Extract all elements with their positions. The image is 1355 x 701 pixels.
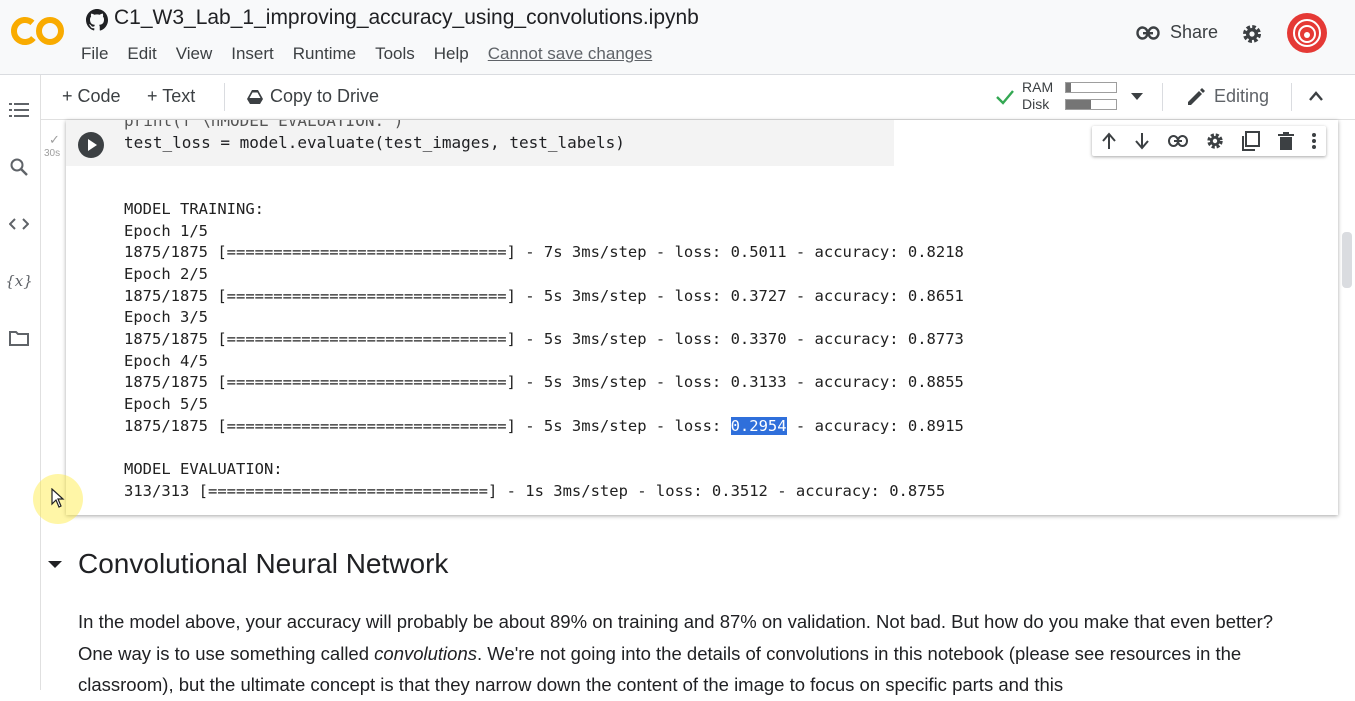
editing-mode-button[interactable]: Editing	[1186, 86, 1269, 107]
menu-help[interactable]: Help	[434, 44, 469, 64]
epoch-progress-line: 1875/1875 [=============================…	[124, 286, 964, 305]
toolbar-divider	[224, 83, 225, 111]
disk-usage-bar	[1065, 99, 1117, 110]
epoch-progress-line: 1875/1875 [=============================…	[124, 243, 964, 262]
notebook-toolbar: + Code + Text Copy to Drive RAM Disk Edi…	[0, 75, 1355, 120]
copy-to-drive-button[interactable]: Copy to Drive	[246, 86, 379, 107]
training-header: MODEL TRAINING:	[124, 200, 264, 218]
cell-output: MODEL TRAINING: Epoch 1/5 1875/1875 [=====…	[124, 199, 964, 502]
execution-time: 30s	[44, 148, 61, 159]
menu-edit[interactable]: Edit	[127, 44, 156, 64]
search-icon[interactable]	[8, 156, 30, 178]
settings-icon[interactable]	[1205, 131, 1225, 151]
epoch-label: Epoch 5/5	[124, 394, 208, 413]
ram-label: RAM	[1022, 79, 1054, 95]
avatar-swirl-icon	[1293, 19, 1321, 47]
epoch-progress-line: 1875/1875 [=============================…	[124, 329, 964, 348]
cell-toolbar	[1092, 126, 1326, 156]
delete-icon[interactable]	[1277, 132, 1294, 150]
epoch-label: Epoch 3/5	[124, 308, 208, 327]
epoch-label: Epoch 2/5	[124, 264, 208, 283]
resources-dropdown-icon[interactable]	[1131, 93, 1143, 101]
menu-insert[interactable]: Insert	[231, 44, 274, 64]
vertical-scrollbar[interactable]	[1342, 232, 1352, 288]
app-header: C1_W3_Lab_1_improving_accuracy_using_con…	[0, 0, 1355, 75]
disk-usage-fill	[1066, 100, 1091, 109]
share-label: Share	[1170, 22, 1219, 42]
share-button[interactable]: Share	[1136, 22, 1218, 43]
account-avatar[interactable]	[1287, 13, 1327, 53]
ram-usage-fill	[1066, 83, 1071, 92]
add-text-button[interactable]: + Text	[147, 86, 195, 107]
variables-icon[interactable]: {x}	[5, 270, 33, 292]
settings-gear-icon[interactable]	[1240, 22, 1264, 46]
link-icon[interactable]	[1167, 135, 1188, 147]
code-line-current: test_loss = model.evaluate(test_images, …	[124, 133, 625, 152]
pencil-icon	[1188, 87, 1205, 105]
epoch-progress-line: 1875/1875 [=============================…	[124, 373, 964, 392]
collapse-section-icon[interactable]	[48, 560, 62, 568]
output-blank-line	[124, 437, 964, 459]
add-code-button[interactable]: + Code	[62, 86, 121, 107]
menu-file[interactable]: File	[81, 44, 108, 64]
run-cell-button[interactable]	[78, 132, 104, 158]
menu-runtime[interactable]: Runtime	[293, 44, 356, 64]
more-icon[interactable]	[1311, 132, 1317, 150]
mouse-pointer-icon	[51, 488, 65, 508]
drive-icon	[247, 89, 263, 104]
code-line-previous: print(f'\nMODEL EVALUATION:')	[124, 120, 404, 130]
connected-check-icon	[996, 90, 1014, 105]
disk-label: Disk	[1022, 96, 1050, 112]
table-of-contents-icon[interactable]	[8, 99, 30, 121]
ram-usage-bar	[1065, 82, 1117, 93]
epoch-line-prefix: 1875/1875 [=============================…	[124, 416, 731, 435]
left-sidebar: {x}	[0, 75, 41, 690]
files-icon[interactable]	[8, 327, 30, 349]
toolbar-divider	[1162, 83, 1163, 111]
section-heading: Convolutional Neural Network	[48, 548, 448, 580]
epoch-line-suffix: - accuracy: 0.8915	[786, 416, 964, 435]
evaluation-header: MODEL EVALUATION:	[124, 459, 283, 478]
code-snippets-icon[interactable]	[8, 213, 30, 235]
copy-to-drive-label: Copy to Drive	[270, 86, 380, 106]
mouse-cursor-highlight	[33, 474, 83, 524]
epoch-progress-line: 1875/1875 [=============================…	[124, 416, 964, 438]
markdown-paragraph: In the model above, your accuracy will p…	[78, 606, 1308, 701]
section-heading-text: Convolutional Neural Network	[78, 548, 449, 579]
selected-loss-value[interactable]: 0.2954	[730, 416, 787, 435]
menu-view[interactable]: View	[176, 44, 213, 64]
resources-indicator[interactable]: RAM Disk	[1022, 79, 1053, 113]
epoch-label: Epoch 1/5	[124, 221, 208, 240]
link-icon	[1136, 25, 1160, 40]
move-up-icon[interactable]	[1101, 132, 1117, 150]
execution-check-icon: ✓	[49, 132, 60, 147]
cell-execution-status: ✓ 30s	[44, 132, 60, 159]
toolbar-divider	[1291, 83, 1292, 111]
evaluation-line: 313/313 [==============================]…	[124, 481, 946, 500]
notebook-title[interactable]: C1_W3_Lab_1_improving_accuracy_using_con…	[114, 6, 699, 30]
menu-bar: File Edit View Insert Runtime Tools Help…	[81, 44, 671, 64]
collapse-header-icon[interactable]	[1308, 90, 1324, 102]
paragraph-emphasis: convolutions	[374, 642, 477, 664]
mirror-cell-icon[interactable]	[1242, 131, 1261, 151]
cell-code-editor[interactable]: print(f'\nMODEL EVALUATION:') test_loss …	[66, 120, 894, 166]
epoch-label: Epoch 4/5	[124, 351, 208, 370]
cannot-save-link[interactable]: Cannot save changes	[488, 44, 652, 64]
colab-logo[interactable]	[10, 12, 66, 48]
editing-label: Editing	[1214, 86, 1270, 106]
github-icon	[86, 9, 108, 31]
move-down-icon[interactable]	[1134, 132, 1150, 150]
menu-tools[interactable]: Tools	[375, 44, 415, 64]
